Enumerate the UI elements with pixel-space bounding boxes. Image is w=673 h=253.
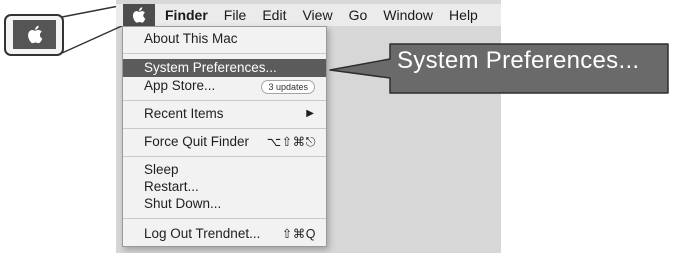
callout-label: System Preferences...	[397, 47, 640, 74]
screenshot-stage: Finder File Edit View Go Window Help Abo…	[0, 0, 673, 253]
callout-shape	[329, 43, 669, 94]
